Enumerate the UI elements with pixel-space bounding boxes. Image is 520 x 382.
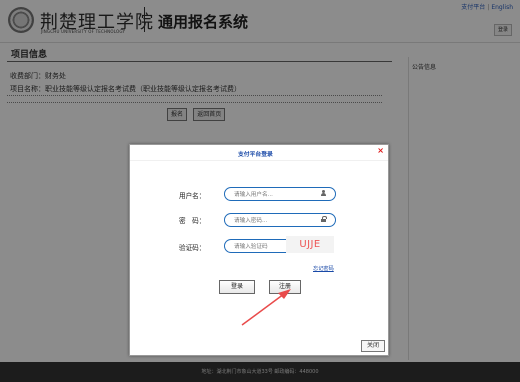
username-placeholder: 请输入用户名... <box>234 192 273 198</box>
payment-login-modal: 支付平台登录 × 用户名： 请输入用户名... 密 码： 请输入密码... 验证… <box>129 144 389 356</box>
captcha-field[interactable]: 请输入验证码 <box>224 239 294 253</box>
modal-title: 支付平台登录 <box>238 152 273 158</box>
username-label: 用户名： <box>179 192 206 200</box>
password-placeholder: 请输入密码... <box>234 218 268 224</box>
modal-header: 支付平台登录 × <box>130 145 388 161</box>
captcha-placeholder: 请输入验证码 <box>234 244 268 250</box>
modal-close-button[interactable]: 关闭 <box>361 340 385 352</box>
username-field[interactable]: 请输入用户名... <box>224 187 336 201</box>
close-icon[interactable]: × <box>377 146 384 155</box>
user-icon <box>321 190 327 196</box>
captcha-image[interactable]: UJJE <box>286 236 334 253</box>
lock-icon <box>321 216 327 222</box>
password-label: 密 码： <box>179 217 206 225</box>
captcha-label: 验证码： <box>179 244 206 252</box>
password-field[interactable]: 请输入密码... <box>224 213 336 227</box>
red-arrow-annotation <box>241 289 291 326</box>
forgot-password-link[interactable]: 忘记密码 <box>313 265 334 272</box>
